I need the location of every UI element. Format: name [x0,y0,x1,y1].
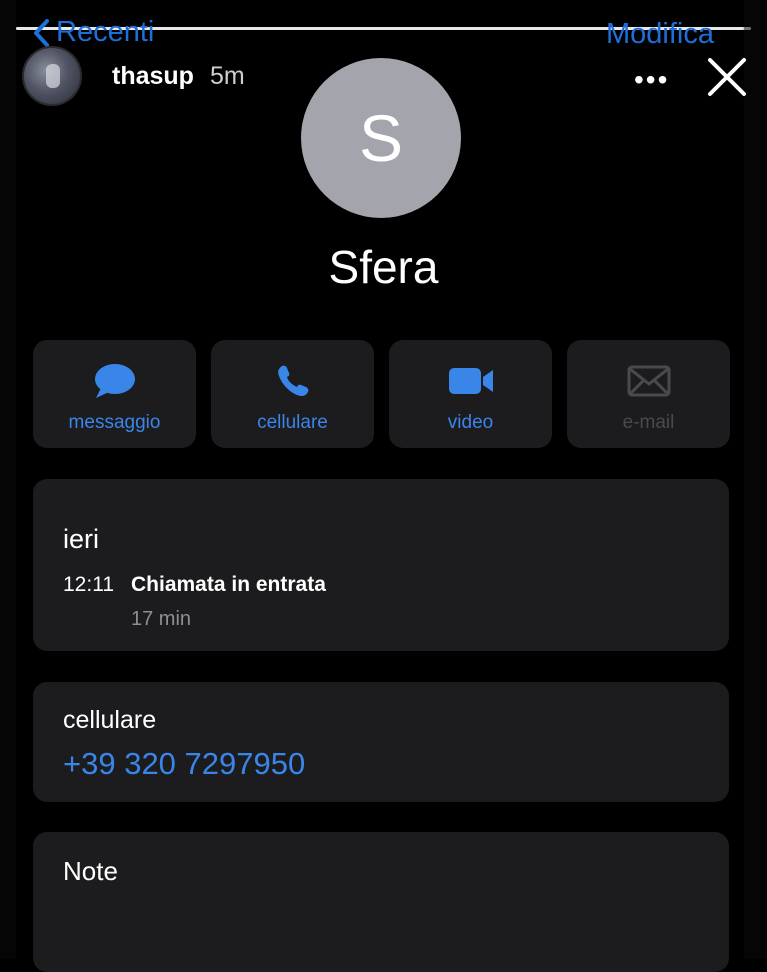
edit-button[interactable]: Modifica [606,18,714,51]
message-label: messaggio [68,412,161,433]
call-duration: 17 min [131,608,192,630]
contact-avatar: S [301,58,461,218]
screen: Recenti Modifica thasup 5m ••• S Sfera m… [0,0,767,972]
video-button[interactable]: video [389,340,552,448]
chevron-left-icon [34,18,49,47]
message-icon [93,362,137,400]
phone-card[interactable]: cellulare +39 320 7297950 [33,682,729,802]
video-icon [447,362,495,400]
contact-name: Sfera [328,241,439,293]
email-label: e-mail [622,412,675,433]
more-options-icon[interactable]: ••• [634,64,669,96]
back-label: Recenti [56,16,155,48]
close-icon[interactable] [706,56,748,103]
call-button[interactable]: cellulare [211,340,374,448]
message-button[interactable]: messaggio [33,340,196,448]
phone-number[interactable]: +39 320 7297950 [63,746,305,782]
phone-label: cellulare [63,706,157,734]
call-time: 12:11 [63,573,114,596]
mail-icon [627,362,671,400]
call-label: cellulare [257,412,328,433]
video-label: video [447,412,494,433]
call-day: ieri [63,524,100,554]
username[interactable]: thasup [112,62,194,91]
notes-label: Note [63,856,118,886]
quick-actions: messaggio cellulare video e-mail [33,340,730,448]
back-button[interactable]: Recenti [32,16,154,49]
phone-icon [275,362,311,400]
user-avatar[interactable] [22,46,82,106]
recent-calls-card: ieri 12:11 Chiamata in entrata 17 min [33,479,729,651]
story-time: 5m [209,61,245,90]
story-header: thasup 5m [22,46,245,106]
email-button[interactable]: e-mail [567,340,730,448]
call-type: Chiamata in entrata [131,573,326,596]
notes-card[interactable]: Note [33,832,729,972]
